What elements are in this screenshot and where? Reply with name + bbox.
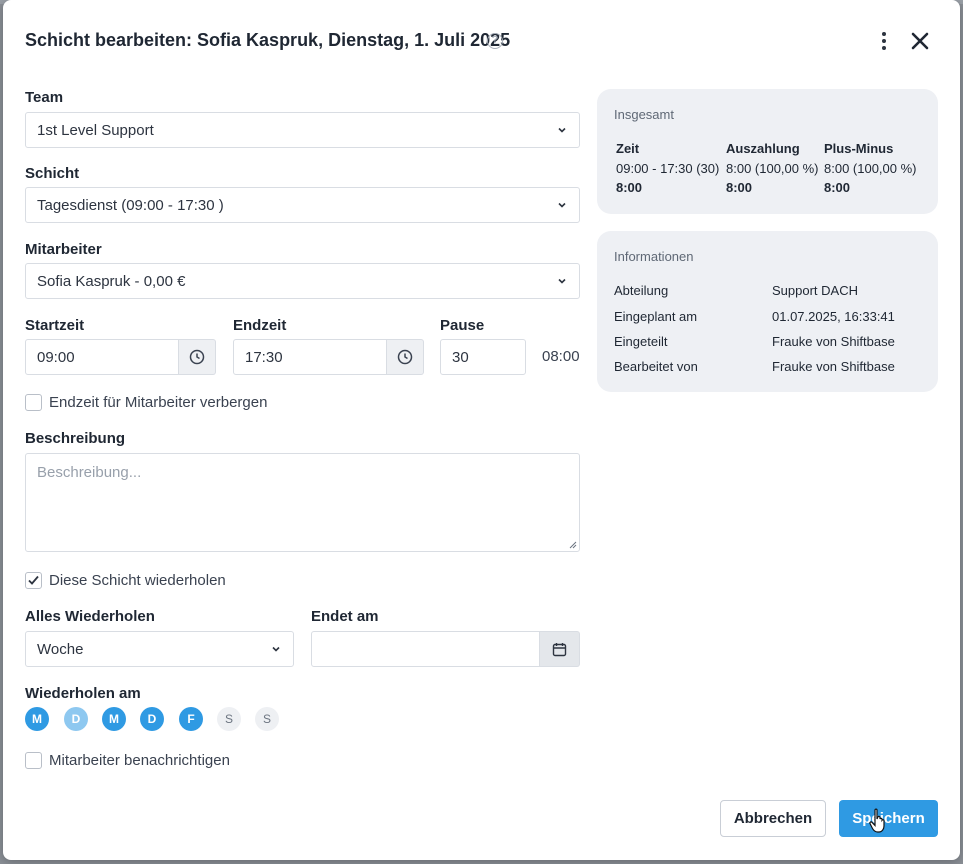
duration-text: 08:00 xyxy=(542,348,580,365)
hide-end-time-checkbox[interactable] xyxy=(25,394,42,411)
shift-select[interactable]: Tagesdienst (09:00 - 17:30 ) xyxy=(25,187,580,223)
info-value-department: Support DACH xyxy=(772,283,858,298)
info-value-assigned: Frauke von Shiftbase xyxy=(772,334,895,349)
summary-col-balance-line2: 8:00 xyxy=(824,180,851,195)
start-time-label: Startzeit xyxy=(25,317,85,334)
repeat-shift-checkbox[interactable] xyxy=(25,572,42,589)
clock-icon xyxy=(189,349,205,365)
day-monday[interactable]: M xyxy=(25,707,49,731)
break-input[interactable]: 30 xyxy=(440,339,526,375)
description-label: Beschreibung xyxy=(25,430,126,447)
info-key-department: Abteilung xyxy=(614,283,669,298)
info-key-scheduled-on: Eingeplant am xyxy=(614,309,698,324)
break-label: Pause xyxy=(440,317,485,334)
team-select[interactable]: 1st Level Support xyxy=(25,112,580,148)
summary-col-payout-header: Auszahlung xyxy=(726,141,800,156)
clock-icon xyxy=(397,349,413,365)
info-value-scheduled-on: 01.07.2025, 16:33:41 xyxy=(772,309,895,324)
ends-on-label: Endet am xyxy=(311,608,379,625)
close-icon[interactable] xyxy=(908,29,932,53)
repeat-every-value: Woche xyxy=(37,640,84,658)
start-time-value: 09:00 xyxy=(37,348,75,366)
summary-col-balance-line1: 8:00 (100,00 %) xyxy=(824,161,917,176)
repeat-every-select[interactable]: Woche xyxy=(25,631,294,667)
end-time-clock-button[interactable] xyxy=(387,339,424,375)
team-label: Team xyxy=(25,89,64,106)
chevron-down-icon xyxy=(558,278,566,284)
summary-col-time-line2: 8:00 xyxy=(616,180,643,195)
shift-label: Schicht xyxy=(25,165,80,182)
description-textarea[interactable]: Beschreibung... xyxy=(25,453,580,552)
chevron-down-icon xyxy=(272,646,280,652)
day-wednesday[interactable]: M xyxy=(102,707,126,731)
end-time-value: 17:30 xyxy=(245,348,283,366)
repeat-shift-label: Diese Schicht wiederholen xyxy=(49,572,226,589)
employee-value: Sofia Kaspruk - 0,00 € xyxy=(37,272,186,290)
description-placeholder: Beschreibung... xyxy=(37,464,142,481)
calendar-icon xyxy=(552,642,567,656)
edit-shift-dialog: Schicht bearbeiten: Sofia Kaspruk, Diens… xyxy=(3,0,960,860)
start-time-input[interactable]: 09:00 xyxy=(25,339,179,375)
cancel-button[interactable]: Abbrechen xyxy=(720,800,826,837)
notify-employee-checkbox[interactable] xyxy=(25,752,42,769)
chevron-down-icon xyxy=(558,202,566,208)
checkmark-icon xyxy=(28,575,39,585)
end-time-input[interactable]: 17:30 xyxy=(233,339,387,375)
end-time-label: Endzeit xyxy=(233,317,287,334)
day-tuesday[interactable]: D xyxy=(64,707,88,731)
ends-on-input[interactable] xyxy=(311,631,540,667)
day-friday[interactable]: F xyxy=(179,707,203,731)
summary-col-time-line1: 09:00 - 17:30 (30) xyxy=(616,161,720,176)
day-saturday[interactable]: S xyxy=(217,707,241,731)
summary-panel: Insgesamt Zeit 09:00 - 17:30 (30) 8:00 A… xyxy=(597,89,938,214)
employee-select[interactable]: Sofia Kaspruk - 0,00 € xyxy=(25,263,580,299)
info-title: Informationen xyxy=(614,249,694,264)
dialog-title: Schicht bearbeiten: Sofia Kaspruk, Diens… xyxy=(25,30,511,50)
summary-title: Insgesamt xyxy=(614,107,674,122)
info-key-edited-by: Bearbeitet von xyxy=(614,359,698,374)
employee-label: Mitarbeiter xyxy=(25,241,102,258)
info-panel: Informationen Abteilung Support DACH Ein… xyxy=(597,231,938,392)
notify-employee-label: Mitarbeiter benachrichtigen xyxy=(49,752,230,769)
day-sunday[interactable]: S xyxy=(255,707,279,731)
repeat-every-label: Alles Wiederholen xyxy=(25,608,155,625)
repeat-on-label: Wiederholen am xyxy=(25,685,141,702)
info-value-edited-by: Frauke von Shiftbase xyxy=(772,359,895,374)
summary-col-payout-line1: 8:00 (100,00 %) xyxy=(726,161,819,176)
break-value: 30 xyxy=(452,348,469,366)
summary-col-time-header: Zeit xyxy=(616,141,640,156)
summary-col-payout-line2: 8:00 xyxy=(726,180,753,195)
calendar-button[interactable] xyxy=(540,631,580,667)
shift-value: Tagesdienst (09:00 - 17:30 ) xyxy=(37,196,224,214)
chevron-down-icon xyxy=(558,127,566,133)
info-key-assigned: Eingeteilt xyxy=(614,334,668,349)
hide-end-time-label: Endzeit für Mitarbeiter verbergen xyxy=(49,394,268,411)
day-thursday[interactable]: D xyxy=(140,707,164,731)
team-value: 1st Level Support xyxy=(37,121,154,139)
hand-pointer-cursor-icon xyxy=(869,808,885,833)
resize-grip-icon[interactable] xyxy=(569,541,577,549)
help-icon[interactable]: ? xyxy=(487,33,503,49)
start-time-clock-button[interactable] xyxy=(179,339,216,375)
summary-col-balance-header: Plus-Minus xyxy=(824,141,894,156)
kebab-menu-icon[interactable] xyxy=(874,30,894,52)
